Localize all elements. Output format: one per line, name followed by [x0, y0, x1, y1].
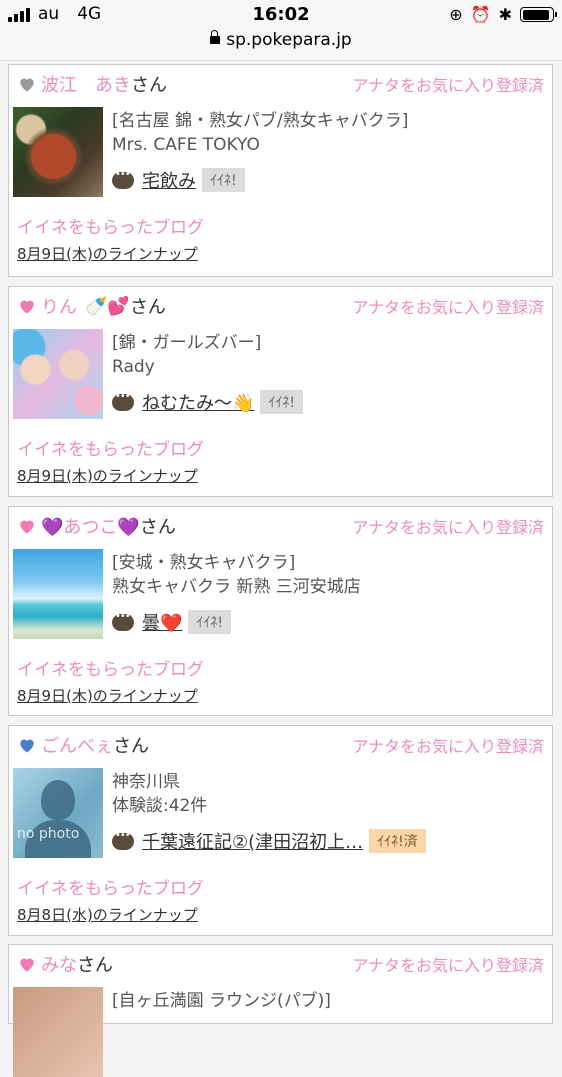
comment-icon: [112, 169, 134, 189]
thumbnail[interactable]: [13, 549, 103, 639]
alarm-icon: ⏰: [470, 5, 491, 24]
heart-icon[interactable]: [17, 296, 37, 316]
liked-blogs-link[interactable]: イイネをもらったブログ: [17, 874, 204, 899]
honorific: さん: [113, 736, 149, 757]
lineup-link[interactable]: 8月9日(木)のラインナップ: [17, 465, 198, 486]
lineup-link[interactable]: 8月9日(木)のラインナップ: [17, 685, 198, 706]
heart-icon[interactable]: [17, 74, 37, 94]
no-photo-thumbnail[interactable]: no photo: [13, 768, 103, 858]
shop-area: [自ヶ丘満園 ラウンジ(パブ)]: [112, 991, 331, 1011]
review-count: 体験談:42件: [112, 796, 208, 816]
like-button[interactable]: ｲｲﾈ!: [188, 610, 232, 634]
comment-icon: [112, 830, 134, 850]
shop-name[interactable]: 熟女キャバクラ 新熟 三河安城店: [112, 575, 361, 599]
url-bar[interactable]: sp.pokepara.jp: [0, 30, 562, 61]
orientation-lock-icon: ⊕: [449, 5, 463, 24]
girl-name[interactable]: りん: [41, 293, 77, 319]
shop-area: [錦・ガールズバー]: [112, 333, 262, 353]
blog-title-link[interactable]: 宅飲み: [142, 167, 196, 193]
girl-name[interactable]: 波江 あき: [41, 71, 131, 97]
blog-card: 波江 あき さん アナタをお気に入り登録済 [名古屋 錦・熟女パブ/熟女キャバクラ…: [8, 64, 553, 277]
no-photo-label: no photo: [17, 826, 80, 842]
shop-area: [名古屋 錦・熟女パブ/熟女キャバクラ]: [112, 111, 409, 131]
blog-title-link[interactable]: 曇❤️: [142, 609, 182, 635]
shop-name[interactable]: Mrs. CAFE TOKYO: [112, 133, 408, 157]
bluetooth-icon: ✱: [498, 5, 512, 24]
shop-name[interactable]: Rady: [112, 355, 261, 379]
honorific: さん: [131, 75, 167, 96]
blog-card: ごんべぇ さん アナタをお気に入り登録済 no photo 神奈川県 体験談:42…: [8, 725, 553, 936]
lineup-link[interactable]: 8月9日(木)のラインナップ: [17, 243, 198, 264]
lineup-link[interactable]: 8月8日(水)のラインナップ: [17, 904, 198, 925]
thumbnail[interactable]: [13, 107, 103, 197]
girl-name[interactable]: みな: [41, 951, 77, 977]
heart-icon[interactable]: [17, 735, 37, 755]
status-bar: au 4G 16:02 ⊕ ⏰ ✱: [0, 0, 562, 30]
girl-name[interactable]: 💜あつこ💜: [41, 513, 140, 539]
avatar-silhouette: [41, 780, 75, 820]
honorific: さん: [139, 517, 176, 538]
like-button[interactable]: ｲｲﾈ!: [260, 390, 304, 414]
favorite-status: アナタをお気に入り登録済: [352, 518, 544, 537]
favorite-status: アナタをお気に入り登録済: [352, 737, 544, 756]
blog-title-link[interactable]: ねむたみ〜👋: [142, 389, 254, 415]
user-location: 神奈川県: [112, 772, 180, 792]
comment-icon: [112, 611, 134, 631]
liked-blogs-link[interactable]: イイネをもらったブログ: [17, 213, 204, 238]
name-emoji: 🍼💕: [85, 295, 130, 317]
like-button[interactable]: ｲｲﾈ!: [202, 168, 245, 192]
favorite-status: アナタをお気に入り登録済: [352, 298, 544, 317]
thumbnail[interactable]: [13, 987, 103, 1077]
blog-card: 💜あつこ💜 さん アナタをお気に入り登録済 [安城・熟女キャバクラ] 熟女キャバク…: [8, 506, 553, 716]
shop-area: [安城・熟女キャバクラ]: [112, 553, 296, 573]
comment-icon: [112, 391, 134, 411]
honorific: さん: [129, 297, 166, 318]
liked-blogs-link[interactable]: イイネをもらったブログ: [17, 435, 204, 460]
favorite-status: アナタをお気に入り登録済: [352, 956, 544, 975]
honorific: さん: [77, 955, 113, 976]
blog-card: りん 🍼💕さん アナタをお気に入り登録済 [錦・ガールズバー] Rady ねむたみ…: [8, 286, 553, 497]
favorite-status: アナタをお気に入り登録済: [352, 76, 544, 95]
lock-icon: [210, 30, 221, 44]
heart-icon[interactable]: [17, 954, 37, 974]
heart-icon[interactable]: [17, 516, 37, 536]
user-name[interactable]: ごんべぇ: [41, 732, 113, 758]
blog-title-link[interactable]: 千葉遠征記②(津田沼初上…: [142, 828, 363, 854]
battery-icon: [520, 7, 557, 22]
blog-card: みな さん アナタをお気に入り登録済 [自ヶ丘満園 ラウンジ(パブ)]: [8, 944, 553, 1077]
liked-blogs-link[interactable]: イイネをもらったブログ: [17, 655, 204, 680]
url-text: sp.pokepara.jp: [226, 30, 352, 50]
like-button-done[interactable]: ｲｲﾈ!済: [369, 829, 426, 853]
thumbnail[interactable]: [13, 329, 103, 419]
